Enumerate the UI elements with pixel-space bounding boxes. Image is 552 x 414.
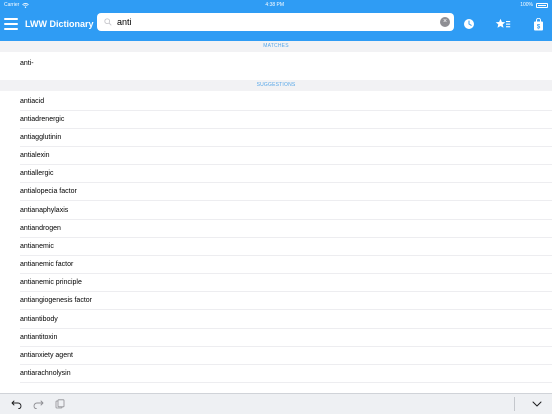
suggestion-label: antiarachnolysin [20, 370, 71, 377]
suggestion-label: antianxiety agent [20, 352, 73, 359]
suggestion-item[interactable]: antiantibody [0, 311, 552, 329]
suggestion-label: antianemic [20, 243, 54, 250]
suggestion-label: antialopecia factor [20, 188, 77, 195]
suggestion-item[interactable]: antianemic factor [0, 256, 552, 274]
shop-icon[interactable]: $ [530, 16, 546, 32]
suggestion-label: antiacid [20, 98, 45, 105]
suggestion-item[interactable]: antialexin [0, 147, 552, 165]
wifi-icon [22, 2, 30, 8]
suggestion-item[interactable]: antianaphylaxis [0, 202, 552, 220]
suggestion-label: antiantitoxin [20, 334, 58, 341]
suggestion-item[interactable]: antiallergic [0, 165, 552, 183]
divider [20, 382, 552, 383]
carrier-label: Carrier [4, 2, 20, 8]
nav-bar: LWW Dictionary × $ [0, 10, 552, 41]
battery-icon [535, 2, 548, 8]
suggestion-item[interactable]: antiacid [0, 93, 552, 111]
suggestion-label: antiadrenergic [20, 116, 65, 123]
redo-icon[interactable] [32, 398, 44, 410]
history-icon[interactable] [461, 16, 477, 32]
status-bar: Carrier 4:38 PM 100% [0, 0, 552, 10]
divider [20, 309, 552, 310]
suggestion-label: antialexin [20, 152, 50, 159]
suggestion-label: antianemic principle [20, 279, 82, 286]
menu-icon[interactable] [4, 17, 18, 31]
match-item[interactable]: anti- [0, 55, 552, 73]
suggestion-item[interactable]: antianemic [0, 238, 552, 256]
status-left: Carrier [4, 2, 30, 8]
battery-label: 100% [520, 2, 533, 8]
suggestion-label: antiantibody [20, 316, 58, 323]
clear-search-icon[interactable]: × [440, 17, 450, 27]
suggestion-label: antiallergic [20, 170, 54, 177]
paste-icon[interactable] [54, 398, 66, 410]
divider [20, 200, 552, 201]
suggestion-label: antiandrogen [20, 225, 61, 232]
keyboard-toolbar [0, 393, 552, 414]
suggestion-item[interactable]: antiadrenergic [0, 111, 552, 129]
search-input[interactable] [115, 17, 454, 27]
suggestions-header: SUGGESTIONS [0, 80, 552, 91]
status-right: 100% [520, 2, 548, 8]
suggestion-item[interactable]: antiantitoxin [0, 329, 552, 347]
toolbar-divider [514, 397, 515, 411]
app-title: LWW Dictionary [25, 19, 94, 29]
dismiss-keyboard-icon[interactable] [531, 398, 543, 410]
suggestion-item[interactable]: antianxiety agent [0, 347, 552, 365]
suggestion-item[interactable]: antialopecia factor [0, 183, 552, 201]
suggestion-label: antiagglutinin [20, 134, 62, 141]
search-bar[interactable]: × [97, 13, 454, 31]
suggestion-item[interactable]: antianemic principle [0, 274, 552, 292]
undo-icon[interactable] [10, 398, 22, 410]
search-icon [101, 18, 115, 26]
suggestion-label: antiangiogenesis factor [20, 297, 92, 304]
match-item-label: anti- [20, 60, 34, 67]
favorites-icon[interactable] [495, 16, 511, 32]
clock: 4:38 PM [265, 2, 285, 8]
suggestion-item[interactable]: antiarachnolysin [0, 365, 552, 383]
suggestion-item[interactable]: antiagglutinin [0, 129, 552, 147]
suggestion-label: antianemic factor [20, 261, 74, 268]
suggestion-item[interactable]: antiandrogen [0, 220, 552, 238]
matches-header: MATCHES [0, 41, 552, 52]
suggestion-label: antianaphylaxis [20, 207, 69, 214]
suggestion-item[interactable]: antiangiogenesis factor [0, 292, 552, 310]
